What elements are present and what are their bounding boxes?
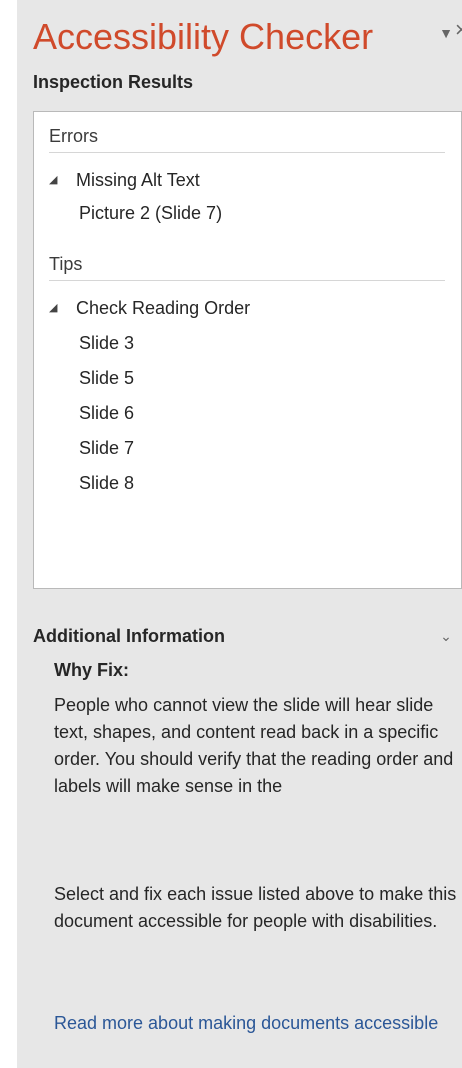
issue-item-picture-2[interactable]: Picture 2 (Slide 7) <box>79 198 439 228</box>
tips-group-label: Tips <box>49 252 445 281</box>
left-gutter <box>0 0 17 1068</box>
category-label: Check Reading Order <box>76 298 251 318</box>
category-check-reading-order[interactable]: ◢ Check Reading Order <box>49 294 445 322</box>
errors-group-label: Errors <box>49 124 445 153</box>
expanded-triangle-icon[interactable]: ◢ <box>49 294 71 322</box>
pane-header: Accessibility Checker ▼ × <box>33 12 462 70</box>
additional-information-heading[interactable]: Additional Information <box>33 624 225 648</box>
issue-item-slide-3[interactable]: Slide 3 <box>79 328 439 358</box>
issue-item-slide-7[interactable]: Slide 7 <box>79 433 439 463</box>
inspection-results-list[interactable]: Errors ◢ Missing Alt Text Picture 2 (Sli… <box>33 111 462 589</box>
why-fix-text: People who cannot view the slide will he… <box>54 695 454 796</box>
additional-information-body: People who cannot view the slide will he… <box>54 692 459 935</box>
expanded-triangle-icon[interactable]: ◢ <box>49 166 71 194</box>
accessibility-checker-pane: Accessibility Checker ▼ × Inspection Res… <box>17 0 462 1068</box>
inspection-results-heading: Inspection Results <box>33 72 194 92</box>
issue-item-slide-6[interactable]: Slide 6 <box>79 398 439 428</box>
category-label: Missing Alt Text <box>76 170 200 190</box>
close-icon[interactable]: × <box>455 18 462 42</box>
issue-item-slide-5[interactable]: Slide 5 <box>79 363 439 393</box>
chevron-down-icon[interactable]: ⌄ <box>437 626 455 646</box>
why-fix-heading: Why Fix: <box>54 660 129 680</box>
issue-item-slide-8[interactable]: Slide 8 <box>79 468 439 498</box>
dropdown-triangle-icon[interactable]: ▼ <box>439 26 453 40</box>
pane-title: Accessibility Checker <box>33 16 374 57</box>
category-missing-alt-text[interactable]: ◢ Missing Alt Text <box>49 166 445 194</box>
read-more-link[interactable]: Read more about making documents accessi… <box>54 1010 459 1037</box>
fix-instructions-text: Select and fix each issue listed above t… <box>54 884 457 931</box>
